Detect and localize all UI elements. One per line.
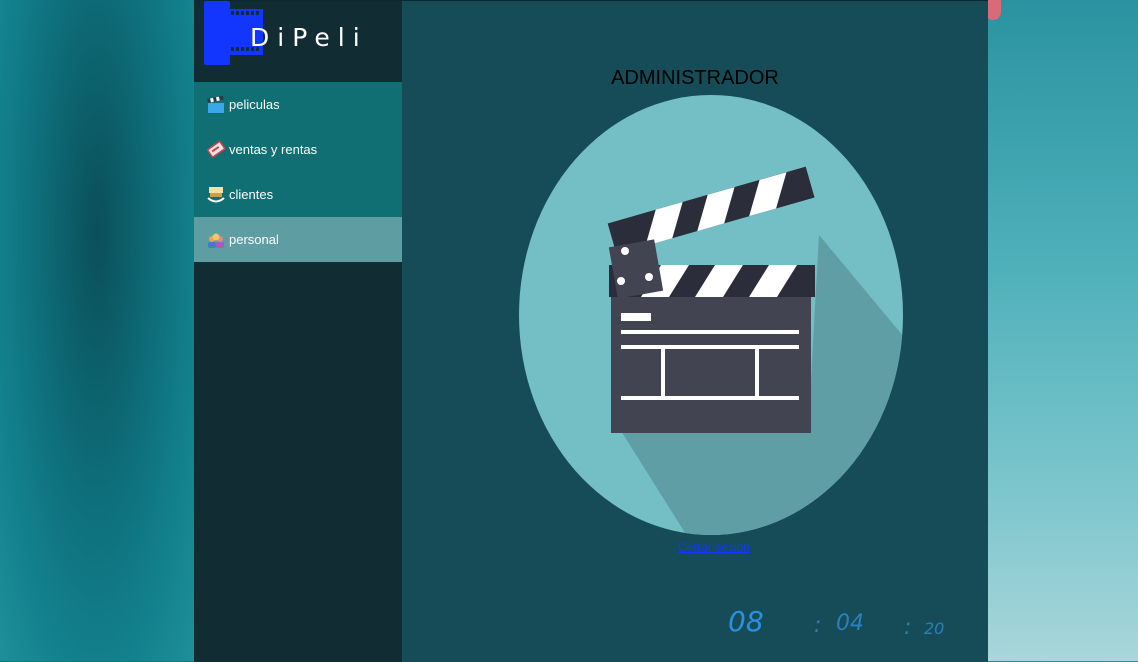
film-icon xyxy=(204,1,230,65)
popcorn-icon xyxy=(206,185,226,205)
sidebar-item-label: clientes xyxy=(229,187,274,202)
clock-minutes: 04 xyxy=(836,611,864,636)
clapperboard-icon xyxy=(206,95,226,115)
logo[interactable]: DiPeli xyxy=(194,1,402,82)
logo-text: DiPeli xyxy=(250,23,368,52)
sidebar-item-personal[interactable]: personal xyxy=(194,217,402,262)
background-left xyxy=(0,0,194,661)
main-content: ADMINISTRADOR Cerrar sesion 08: 04: 20 xyxy=(402,1,988,662)
sidebar-item-clientes[interactable]: clientes xyxy=(194,172,402,217)
sidebar-item-ventas-y-rentas[interactable]: ventas y rentas xyxy=(194,127,402,172)
sidebar-menu: peliculas ventas y rentas clientes perso… xyxy=(194,82,402,262)
clock-separator: : xyxy=(904,615,912,640)
clapperboard-icon xyxy=(607,166,903,535)
sidebar-item-peliculas[interactable]: peliculas xyxy=(194,82,402,127)
page-title: ADMINISTRADOR xyxy=(611,67,779,89)
sidebar-item-label: personal xyxy=(229,232,279,247)
sidebar-item-label: ventas y rentas xyxy=(229,142,318,157)
people-icon xyxy=(206,230,226,250)
app-window: DiPeli peliculas ventas y rentas cliente… xyxy=(194,0,988,662)
sidebar-item-label: peliculas xyxy=(229,97,280,112)
clock-hours: 08 xyxy=(728,605,764,638)
hero-illustration xyxy=(519,95,903,535)
clock-seconds: 20 xyxy=(924,619,945,638)
ticket-icon xyxy=(206,140,226,160)
sidebar: DiPeli peliculas ventas y rentas cliente… xyxy=(194,1,402,662)
background-right xyxy=(988,0,1138,661)
clock-separator: : xyxy=(814,613,822,638)
film-holes-top xyxy=(231,11,261,15)
logout-link[interactable]: Cerrar sesion xyxy=(402,540,1026,554)
